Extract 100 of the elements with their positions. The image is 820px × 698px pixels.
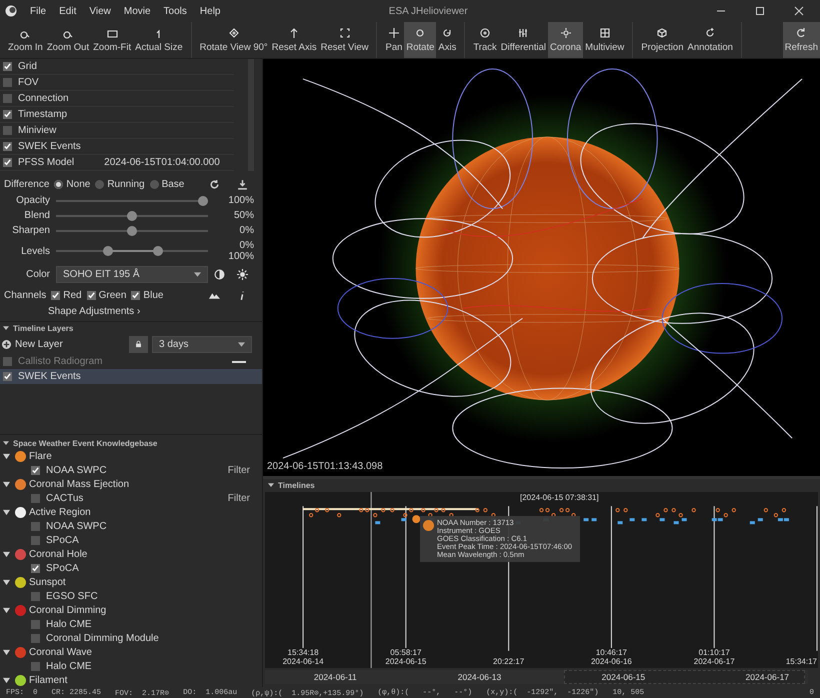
contrast-icon[interactable] [214,268,225,280]
toolbar-button[interactable]: Reset View [318,22,370,58]
toolbar-button[interactable]: Annotation [685,22,735,58]
layer-name[interactable]: Connection [18,93,69,104]
checkbox[interactable] [3,142,12,151]
radio-button[interactable] [150,180,159,188]
layer-name[interactable]: PFSS Model [18,157,74,168]
expand-icon[interactable] [3,508,10,516]
new-layer-button[interactable]: New Layer [0,338,125,350]
toolbar-button[interactable]: Projection [639,22,686,58]
expand-icon[interactable] [3,452,10,460]
toolbar-button[interactable]: Rotate [404,22,436,58]
range-window[interactable] [564,670,805,684]
brightness-icon[interactable] [237,268,248,280]
event-category[interactable]: Flare [29,450,52,462]
layer-name[interactable]: Grid [18,61,37,72]
event-source[interactable]: SPoCA [46,562,79,574]
checkbox-label[interactable]: Green [98,290,126,300]
menu-item[interactable]: Help [200,6,220,16]
filter-link[interactable]: Filter [228,492,250,504]
layer-name[interactable]: Miniview [18,125,56,136]
toolbar-button[interactable]: Multiview [583,22,626,58]
toolbar-button[interactable]: Refresh [782,22,820,58]
event-source[interactable]: Halo CME [46,660,92,672]
radio-label[interactable]: Base [162,178,184,190]
toolbar-button[interactable]: Rotate View 90° [198,22,270,58]
radio-button[interactable] [95,180,104,188]
expand-icon[interactable] [3,550,10,558]
checkbox[interactable] [31,522,40,530]
expand-icon[interactable] [3,606,10,614]
menu-item[interactable]: Tools [164,6,187,16]
shape-adjustments-link[interactable]: Shape Adjustments › [48,306,140,317]
menu-item[interactable]: View [89,6,111,16]
checkbox[interactable] [3,126,12,135]
checkbox[interactable] [3,78,12,87]
expand-icon[interactable] [3,480,10,488]
timeline-layer-row[interactable]: SWEK Events [0,369,262,384]
toolbar-button[interactable]: Axis [436,22,458,58]
checkbox[interactable] [131,290,140,300]
event-category[interactable]: Filament [29,674,68,686]
reload-icon[interactable] [209,178,220,190]
toolbar-button[interactable]: Zoom-Fit [91,22,134,58]
event-category[interactable]: Coronal Dimming [29,604,106,616]
event-source[interactable]: Halo CME [46,618,92,630]
menu-item[interactable]: Movie [124,6,151,16]
expand-icon[interactable] [3,676,10,684]
toolbar-button[interactable]: Zoom Out [44,22,92,58]
event-category[interactable]: Coronal Hole [29,548,88,560]
menu-item[interactable]: Edit [59,6,76,16]
checkbox[interactable] [3,372,12,381]
range-dropdown[interactable]: 3 days [152,336,252,352]
toolbar-button[interactable]: Reset Axis [270,22,319,58]
checkbox[interactable] [3,110,12,119]
checkbox[interactable] [31,466,40,474]
filter-link[interactable]: Filter [228,464,250,476]
checkbox[interactable] [31,494,40,502]
event-category[interactable]: Active Region [29,506,91,518]
toolbar-button[interactable]: Corona [548,22,584,58]
checkbox-label[interactable]: Red [63,290,82,300]
toolbar-button[interactable]: Actual Size [133,22,185,58]
radio-label[interactable]: None [66,178,90,190]
event-source[interactable]: CACTus [46,492,84,504]
radio-button[interactable] [54,180,64,188]
checkbox[interactable] [31,592,40,600]
checkbox[interactable] [31,564,40,572]
event-category[interactable]: Coronal Mass Ejection [29,478,130,490]
event-source[interactable]: NOAA SWPC [46,520,107,532]
toolbar-button[interactable]: Zoom In [6,22,45,58]
checkbox[interactable] [31,634,40,642]
event-source[interactable]: NOAA SWPC [46,464,107,476]
event-source[interactable]: EGSO SFC [46,590,98,602]
checkbox[interactable] [51,290,60,300]
event-source[interactable]: Coronal Dimming Module [46,632,159,644]
checkbox[interactable] [86,290,96,300]
toolbar-button[interactable]: Track [471,22,499,58]
layer-name[interactable]: SWEK Events [18,141,81,152]
maximize-icon[interactable] [755,6,765,16]
download-icon[interactable] [237,178,248,190]
checkbox[interactable] [31,620,40,628]
checkbox[interactable] [3,94,12,103]
event-category[interactable]: Sunspot [29,576,66,588]
color-dropdown[interactable]: SOHO EIT 195 Å [56,266,208,282]
collapse-icon[interactable] [3,326,9,330]
menu-item[interactable]: File [30,6,46,16]
checkbox[interactable] [3,62,12,71]
time-range-bar[interactable]: 2024-06-11 2024-06-13 2024-06-15 2024-06-17 [265,670,808,684]
checkbox[interactable] [31,662,40,670]
close-icon[interactable] [794,6,804,16]
expand-icon[interactable] [3,578,10,586]
layer-name[interactable]: FOV [18,77,39,88]
radio-label[interactable]: Running [107,178,145,190]
toolbar-button[interactable]: Pan [383,22,404,58]
checkbox[interactable] [3,158,12,167]
lock-button[interactable] [129,336,148,352]
collapse-icon[interactable] [3,440,9,446]
collapse-icon[interactable] [268,483,274,488]
event-source[interactable]: SPoCA [46,534,79,546]
checkbox[interactable] [31,536,40,544]
toolbar-button[interactable]: Differential [498,22,548,58]
checkbox-label[interactable]: Blue [143,290,164,300]
